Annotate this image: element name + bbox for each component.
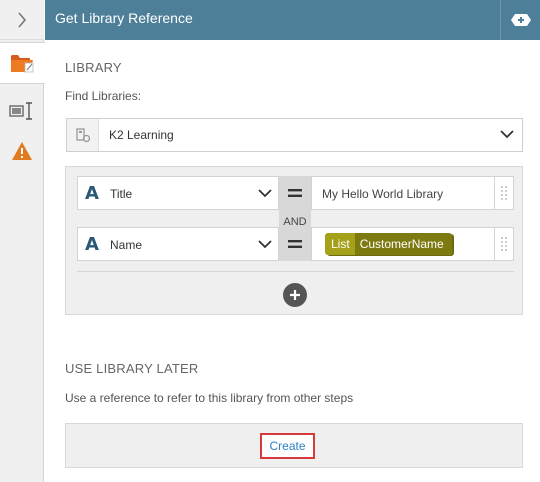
library-select[interactable]: K2 Learning <box>66 118 523 152</box>
filter-box: A Title My Hello World Library AND A Nam… <box>65 166 523 315</box>
plus-tag-icon <box>510 14 531 26</box>
chevron-right-icon <box>18 11 27 28</box>
create-box: Create <box>65 423 523 468</box>
value-input[interactable]: List CustomerName <box>311 227 495 261</box>
operator-equals[interactable] <box>279 227 311 261</box>
rail-item-warnings[interactable] <box>0 130 44 172</box>
library-icon <box>67 119 99 151</box>
filter-row: A Title My Hello World Library <box>77 176 514 210</box>
field-select[interactable]: A Name <box>77 227 279 261</box>
chevron-down-icon <box>258 189 272 198</box>
field-select[interactable]: A Title <box>77 176 279 210</box>
chevron-down-icon <box>258 240 272 249</box>
use-later-description: Use a reference to refer to this library… <box>65 391 354 405</box>
find-libraries-label: Find Libraries: <box>65 89 142 103</box>
drag-handle-icon[interactable] <box>495 227 514 261</box>
add-reference-button[interactable] <box>500 0 540 40</box>
panel-header: Get Library Reference <box>45 0 540 40</box>
filter-row: A Name List CustomerName <box>77 227 514 261</box>
library-section-title: LIBRARY <box>65 60 122 75</box>
collapse-panel-button[interactable] <box>0 0 44 40</box>
drag-handle-icon[interactable] <box>495 176 514 210</box>
main-panel: LIBRARY Find Libraries: K2 Learning A Ti… <box>45 40 540 482</box>
left-rail <box>0 0 45 482</box>
add-filter-button[interactable] <box>283 283 307 307</box>
reference-token[interactable]: List CustomerName <box>325 233 452 255</box>
token-value: CustomerName <box>354 233 452 255</box>
rail-item-text[interactable] <box>0 90 44 132</box>
plus-icon <box>290 290 300 300</box>
library-select-value: K2 Learning <box>109 128 174 142</box>
token-type: List <box>325 233 355 255</box>
text-cursor-icon <box>9 102 32 120</box>
rail-item-library[interactable] <box>0 42 45 84</box>
divider <box>77 271 514 272</box>
operator-equals[interactable] <box>279 176 311 210</box>
folder-edit-icon <box>10 55 33 73</box>
field-select-value: Name <box>110 238 143 252</box>
equals-icon <box>288 189 302 197</box>
equals-icon <box>288 240 302 248</box>
page-title: Get Library Reference <box>55 10 193 26</box>
field-select-value: Title <box>110 187 133 201</box>
text-field-icon: A <box>85 234 99 255</box>
value-text: My Hello World Library <box>322 187 444 201</box>
chevron-down-icon <box>500 130 514 139</box>
warning-icon <box>12 142 32 160</box>
text-field-icon: A <box>85 183 99 204</box>
create-link[interactable]: Create <box>260 433 315 459</box>
value-input[interactable]: My Hello World Library <box>311 176 495 210</box>
use-later-section-title: USE LIBRARY LATER <box>65 361 199 376</box>
